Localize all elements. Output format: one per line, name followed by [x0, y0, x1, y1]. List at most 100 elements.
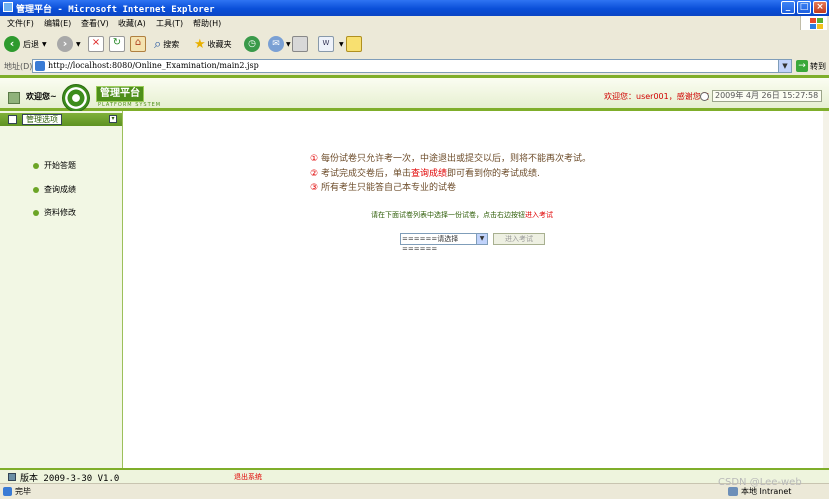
bullet-icon — [33, 162, 39, 169]
menu-edit[interactable]: 编辑(E) — [44, 18, 71, 29]
rule-number: ③ — [310, 183, 319, 193]
back-arrow-icon: ‹ — [4, 36, 20, 52]
main-content: ① 每份试卷只允许考一次，中途退出或提交以后，则将不能再次考试。 ② 考试完成交… — [123, 111, 824, 468]
user-icon — [8, 92, 20, 104]
rule-2: ② 考试完成交卷后，单击查询成绩即可看到你的考试成绩. — [310, 166, 540, 179]
stop-button[interactable]: × — [88, 35, 104, 53]
sidebar-title: 管理选项 — [22, 114, 62, 125]
rule-text: 即可看到你的考试成绩. — [446, 169, 540, 179]
exam-select[interactable]: ======请选择====== ▼ — [400, 233, 488, 253]
minimize-button[interactable]: _ — [781, 1, 795, 14]
user-greeting: 欢迎您：user001，感谢您使 — [604, 92, 709, 101]
intranet-icon — [728, 487, 738, 496]
rule-number: ① — [310, 154, 319, 164]
mail-icon: ✉ — [268, 36, 284, 52]
menu-help[interactable]: 帮助(H) — [193, 18, 221, 29]
close-button[interactable]: × — [813, 1, 827, 14]
status-bar: 完毕 本地 Intranet — [0, 483, 829, 499]
menu-view[interactable]: 查看(V) — [81, 18, 109, 29]
history-button[interactable]: ◷ — [244, 35, 260, 53]
home-button[interactable]: ⌂ — [130, 35, 146, 53]
sidebar-item-edit-profile[interactable]: 资料修改 — [33, 207, 76, 218]
favorites-button[interactable]: ★ 收藏夹 — [194, 35, 232, 53]
logout-link[interactable]: 退出系统 — [234, 472, 262, 482]
rule-text: 所有考生只能答自己本专业的试卷 — [320, 183, 456, 193]
menu-icon — [8, 115, 17, 124]
rule-text: 考试完成交卷后，单击 — [320, 169, 411, 179]
page-done-icon — [3, 487, 12, 496]
edit-button[interactable]: W ▼ — [318, 35, 344, 53]
logo-icon — [62, 84, 90, 112]
mail-button[interactable]: ✉ ▼ — [268, 35, 291, 53]
datetime-display: 2009年 4月 26日 15:27:58 — [712, 90, 822, 102]
search-icon: ⌕ — [154, 36, 162, 52]
menu-file[interactable]: 文件(F) — [7, 18, 34, 29]
chevron-down-icon: ▼ — [339, 40, 344, 48]
back-button[interactable]: ‹ 后退 ▼ — [4, 35, 47, 53]
go-arrow-icon: → — [796, 60, 808, 72]
maximize-button[interactable]: □ — [797, 1, 811, 14]
rule-3: ③ 所有考生只能答自己本专业的试卷 — [310, 180, 456, 193]
footer-bar: 版本 2009-3-30 V1.0 退出系统 — [0, 468, 829, 484]
stop-icon: × — [88, 36, 104, 52]
go-label: 转到 — [810, 61, 826, 71]
sidebar-item-label: 开始答题 — [44, 161, 76, 170]
chevron-down-icon: ▼ — [76, 40, 81, 48]
welcome-text: 欢迎您~ — [26, 92, 57, 101]
status-text: 完毕 — [15, 487, 31, 496]
rule-1: ① 每份试卷只允许考一次，中途退出或提交以后，则将不能再次考试。 — [310, 151, 591, 164]
menu-favorites[interactable]: 收藏(A) — [118, 18, 146, 29]
go-button[interactable]: → 转到 — [796, 60, 826, 72]
watermark: CSDN @Lee-web — [718, 477, 802, 488]
enter-exam-button[interactable]: 进入考试 — [493, 233, 545, 245]
window-title: 管理平台 - Microsoft Internet Explorer — [16, 5, 215, 15]
version-icon — [8, 473, 16, 481]
address-label: 地址(D) — [4, 62, 33, 71]
home-icon: ⌂ — [130, 36, 146, 52]
print-icon — [292, 36, 308, 52]
messenger-button[interactable] — [346, 35, 362, 53]
logo-subtitle: PLATFORM SYSTEM — [98, 102, 162, 108]
query-scores-link[interactable]: 查询成绩 — [411, 169, 447, 179]
history-icon: ◷ — [244, 36, 260, 52]
sidebar-header: 管理选项 ▾ — [0, 113, 122, 126]
forward-button[interactable]: › ▼ — [57, 35, 81, 53]
bullet-icon — [33, 186, 39, 193]
sidebar-item-label: 资料修改 — [44, 208, 76, 217]
bullet-icon — [33, 209, 39, 216]
print-button[interactable] — [292, 35, 308, 53]
page-icon — [35, 61, 45, 71]
windows-logo-icon — [800, 16, 827, 30]
back-label: 后退 — [23, 39, 39, 49]
chevron-down-icon: ▼ — [42, 40, 47, 48]
chevron-down-icon: ▼ — [476, 234, 487, 244]
collapse-icon[interactable]: ▾ — [109, 115, 117, 123]
chevron-down-icon[interactable]: ▼ — [778, 60, 791, 72]
logo-title: 管理平台 — [96, 86, 144, 102]
menu-bar: 文件(F) 编辑(E) 查看(V) 收藏(A) 工具(T) 帮助(H) — [0, 16, 829, 31]
messenger-icon — [346, 36, 362, 52]
star-icon: ★ — [194, 36, 206, 52]
refresh-icon: ↻ — [109, 36, 125, 52]
instruction-label: 请在下面试卷列表中选择一份试卷，点击右边按钮 — [371, 211, 525, 219]
rule-number: ② — [310, 169, 319, 179]
clock-icon — [700, 92, 709, 101]
search-label: 搜索 — [163, 39, 180, 49]
menu-tools[interactable]: 工具(T) — [156, 18, 183, 29]
ie-icon — [3, 2, 13, 12]
toolbar: ‹ 后退 ▼ › ▼ × ↻ ⌂ ⌕ 搜索 ★ 收藏夹 ◷ ✉ ▼ W ▼ — [0, 30, 829, 59]
chevron-down-icon: ▼ — [286, 40, 291, 48]
address-input[interactable]: http://localhost:8080/Online_Examination… — [32, 59, 792, 73]
exam-select-value: ======请选择====== — [402, 235, 459, 253]
search-button[interactable]: ⌕ 搜索 — [154, 35, 179, 53]
vertical-scrollbar[interactable] — [823, 111, 829, 468]
window-title-bar: 管理平台 - Microsoft Internet Explorer _ □ × — [0, 0, 829, 16]
address-url: http://localhost:8080/Online_Examination… — [48, 61, 259, 70]
sidebar-item-query-scores[interactable]: 查询成绩 — [33, 184, 76, 195]
rule-text: 每份试卷只允许考一次，中途退出或提交以后，则将不能再次考试。 — [320, 154, 591, 164]
sidebar-item-start-exam[interactable]: 开始答题 — [33, 160, 76, 171]
instruction-highlight: 进入考试 — [525, 211, 553, 219]
sidebar-item-label: 查询成绩 — [44, 185, 76, 194]
refresh-button[interactable]: ↻ — [109, 35, 125, 53]
forward-arrow-icon: › — [57, 36, 73, 52]
